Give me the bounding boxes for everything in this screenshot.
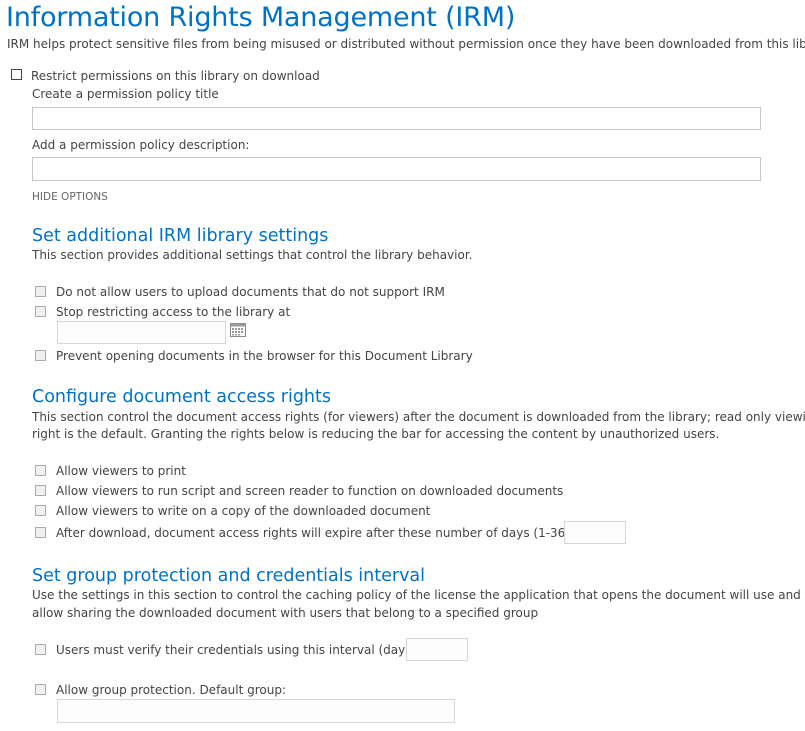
- library-settings-heading: Set additional IRM library settings: [32, 226, 329, 246]
- access-rights-description-line2: right is the default. Granting the right…: [32, 427, 720, 441]
- expire-rights-label: After download, document access rights w…: [56, 526, 578, 540]
- allow-write-label: Allow viewers to write on a copy of the …: [56, 504, 431, 518]
- restrict-permissions-label: Restrict permissions on this library on …: [31, 69, 320, 83]
- access-rights-description-line1: This section control the document access…: [32, 410, 805, 424]
- policy-title-input[interactable]: [32, 107, 761, 130]
- library-settings-description: This section provides additional setting…: [32, 248, 473, 262]
- group-protection-checkbox[interactable]: [35, 684, 46, 695]
- allow-print-label: Allow viewers to print: [56, 464, 186, 478]
- stop-restricting-date-input[interactable]: [57, 321, 226, 344]
- policy-description-label: Add a permission policy description:: [32, 138, 250, 152]
- calendar-icon[interactable]: [230, 323, 246, 337]
- expire-days-input[interactable]: [564, 521, 626, 544]
- hide-options-link[interactable]: HIDE OPTIONS: [32, 190, 108, 204]
- allow-write-checkbox[interactable]: [35, 505, 46, 516]
- group-protection-description-line1: Use the settings in this section to cont…: [32, 588, 805, 602]
- group-protection-description-line2: allow sharing the downloaded document wi…: [32, 606, 539, 620]
- page-title: Information Rights Management (IRM): [6, 2, 516, 33]
- stop-restricting-label: Stop restricting access to the library a…: [56, 305, 291, 319]
- allow-print-checkbox[interactable]: [35, 465, 46, 476]
- verify-interval-input[interactable]: [406, 638, 468, 661]
- policy-title-label: Create a permission policy title: [32, 87, 219, 101]
- page-intro: IRM helps protect sensitive files from b…: [7, 37, 805, 51]
- stop-restricting-checkbox[interactable]: [35, 306, 46, 317]
- access-rights-heading: Configure document access rights: [32, 387, 332, 407]
- allow-script-checkbox[interactable]: [35, 485, 46, 496]
- verify-credentials-checkbox[interactable]: [35, 644, 46, 655]
- policy-description-input[interactable]: [32, 157, 761, 181]
- group-protection-label: Allow group protection. Default group:: [56, 683, 286, 697]
- restrict-permissions-checkbox[interactable]: [11, 69, 22, 80]
- default-group-input[interactable]: [57, 699, 455, 723]
- block-non-irm-upload-label: Do not allow users to upload documents t…: [56, 285, 445, 299]
- block-non-irm-upload-checkbox[interactable]: [35, 286, 46, 297]
- allow-script-label: Allow viewers to run script and screen r…: [56, 484, 564, 498]
- expire-rights-checkbox[interactable]: [35, 527, 46, 538]
- verify-credentials-label: Users must verify their credentials usin…: [56, 643, 417, 657]
- prevent-browser-open-label: Prevent opening documents in the browser…: [56, 349, 473, 363]
- prevent-browser-open-checkbox[interactable]: [35, 350, 46, 361]
- group-protection-heading: Set group protection and credentials int…: [32, 566, 426, 586]
